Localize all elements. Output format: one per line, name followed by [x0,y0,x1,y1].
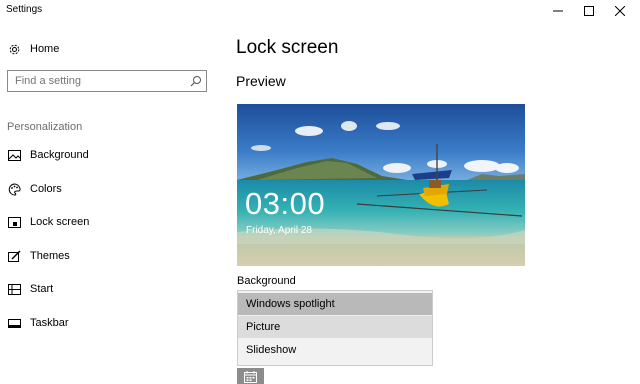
maximize-icon [584,6,594,16]
sidebar-item-background[interactable]: Background [0,142,220,168]
sidebar-item-themes[interactable]: Themes [0,243,220,269]
section-heading: Personalization [7,121,83,133]
sidebar-item-label: Colors [30,183,62,195]
page-title: Lock screen [236,37,339,58]
taskbar-icon [7,316,21,330]
sidebar-item-start[interactable]: Start [0,276,220,302]
gear-icon [7,42,21,56]
title-bar: Settings [0,0,640,22]
option-label: Windows spotlight [246,298,335,310]
lock-screen-preview: 03:00 Friday, April 28 [237,104,525,266]
window-title: Settings [6,4,43,15]
calendar-app-button[interactable] [237,368,264,384]
option-picture[interactable]: Picture [238,316,432,338]
close-icon [615,6,625,16]
sidebar-item-colors[interactable]: Colors [0,176,220,202]
sidebar-item-label: Start [30,283,54,295]
background-label: Background [237,275,296,287]
search-icon[interactable] [190,75,202,87]
palette-icon [7,182,21,196]
lock-screen-icon [7,215,21,229]
main-content: Lock screen Preview 03:00 Friday, April … [220,22,640,384]
option-label: Slideshow [246,344,297,356]
home-label: Home [30,43,60,55]
clock-date: Friday, April 28 [246,225,312,236]
sidebar-item-label: Themes [30,250,70,262]
option-windows-spotlight[interactable]: Windows spotlight [238,293,432,315]
sidebar-item-label: Lock screen [30,216,90,228]
sidebar-item-taskbar[interactable]: Taskbar [0,310,220,336]
preview-image [237,104,525,266]
sidebar-item-label: Background [30,149,89,161]
sidebar-item-label: Taskbar [30,317,69,329]
themes-icon [7,249,21,263]
sidebar: Home Find a setting Personalization Back… [0,22,220,384]
search-input[interactable]: Find a setting [7,70,207,92]
close-button[interactable] [600,0,640,22]
sidebar-item-lock-screen[interactable]: Lock screen [0,209,220,235]
search-placeholder: Find a setting [15,75,82,87]
start-icon [7,282,21,296]
calendar-icon [244,371,257,383]
option-label: Picture [246,321,281,333]
minimize-icon [553,10,563,12]
home-link[interactable]: Home [0,36,220,62]
picture-icon [7,148,21,162]
option-slideshow[interactable]: Slideshow [238,339,432,361]
preview-heading: Preview [236,73,286,89]
clock-time: 03:00 [245,186,326,221]
background-dropdown[interactable]: Windows spotlight Picture Slideshow [237,290,433,366]
